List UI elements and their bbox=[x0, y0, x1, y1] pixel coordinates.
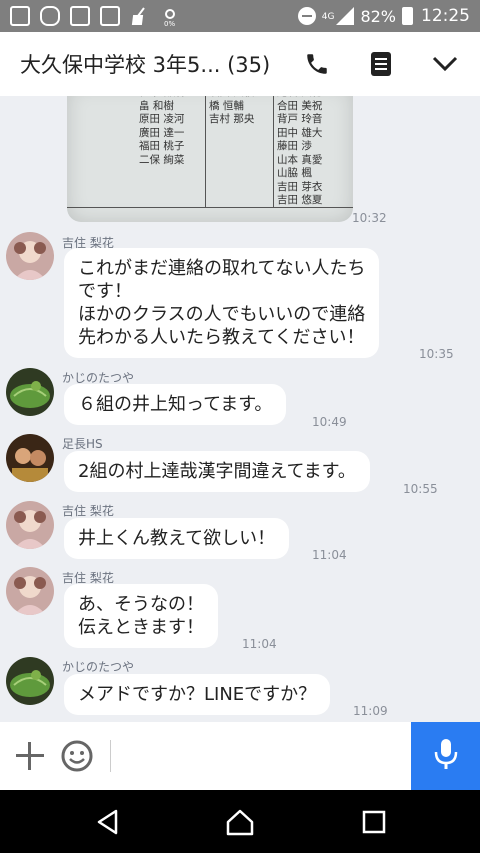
avatar[interactable] bbox=[6, 232, 54, 280]
avatar[interactable] bbox=[6, 501, 54, 549]
photo-divider bbox=[273, 96, 274, 208]
sender-name: 吉住 梨花 bbox=[62, 504, 114, 518]
smile-icon[interactable] bbox=[60, 739, 94, 773]
chat-title[interactable]: 大久保中学校 3年5... (35) bbox=[20, 49, 270, 79]
signal-icon bbox=[336, 7, 355, 25]
notification-icons: 0% bbox=[10, 6, 180, 28]
message-timestamp: 10:49 bbox=[312, 415, 347, 429]
message-timestamp: 10:55 bbox=[403, 482, 438, 496]
system-nav-bar bbox=[0, 790, 480, 853]
message-input-bar bbox=[0, 722, 480, 790]
message-bubble[interactable]: メアドですか？LINEですか？ bbox=[64, 674, 331, 715]
photo-rule bbox=[67, 207, 353, 208]
message-timestamp: 11:04 bbox=[242, 637, 277, 651]
home-icon[interactable] bbox=[226, 808, 254, 836]
svg-text:0%: 0% bbox=[164, 20, 175, 26]
contact-card-icon bbox=[10, 6, 30, 26]
message-bubble[interactable]: あ、そうなの！ 伝えときます！ bbox=[64, 584, 218, 648]
plus-icon[interactable] bbox=[14, 740, 46, 772]
avatar[interactable] bbox=[6, 434, 54, 482]
message-bubble[interactable]: 2組の村上達哉漢字間違えてます。 bbox=[64, 451, 370, 492]
photo-column-3: 尾石 美穂 合田 美祝 背戸 玲音 田中 雄大 藤田 渉 山本 真愛 山脇 楓 … bbox=[277, 96, 323, 206]
alert-icon bbox=[70, 6, 90, 26]
message-bubble[interactable]: ６組の井上知ってます。 bbox=[64, 384, 287, 425]
photo-column-1: 桂木 部磨 畠 和樹 原田 凌河 廣田 達一 福田 桃子 二保 絢菜 bbox=[139, 96, 185, 166]
shared-photo[interactable]: 桂木 部磨 畠 和樹 原田 凌河 廣田 達一 福田 桃子 二保 絢菜 濱田 美桜… bbox=[67, 96, 353, 222]
input-divider bbox=[110, 740, 111, 772]
sender-name: かじのたつや bbox=[62, 660, 135, 674]
status-bar: 0% 4G 82% 12:25 bbox=[0, 0, 480, 32]
brightness-icon: 0% bbox=[160, 6, 180, 28]
mic-button[interactable] bbox=[411, 722, 480, 790]
avatar[interactable] bbox=[6, 567, 54, 615]
message-timestamp: 11:09 bbox=[353, 704, 388, 718]
recents-icon[interactable] bbox=[360, 808, 388, 836]
clock: 12:25 bbox=[421, 6, 470, 26]
battery-icon bbox=[402, 7, 413, 25]
sender-name: 足長HS bbox=[62, 437, 103, 451]
phone-icon[interactable] bbox=[302, 49, 332, 79]
menu-icon[interactable] bbox=[366, 49, 396, 79]
photo-divider bbox=[205, 96, 206, 208]
do-not-disturb-icon bbox=[297, 7, 316, 25]
cloud-icon bbox=[40, 6, 60, 26]
message-timestamp: 11:04 bbox=[312, 548, 347, 562]
back-icon[interactable] bbox=[94, 808, 122, 836]
avatar[interactable] bbox=[6, 657, 54, 705]
mic-icon bbox=[433, 737, 459, 775]
photo-timestamp: 10:32 bbox=[352, 211, 387, 225]
network-label: 4G bbox=[321, 12, 335, 22]
broom-icon bbox=[130, 6, 150, 26]
chat-area[interactable]: 桂木 部磨 畠 和樹 原田 凌河 廣田 達一 福田 桃子 二保 絢菜 濱田 美桜… bbox=[0, 96, 480, 722]
chat-header: 大久保中学校 3年5... (35) bbox=[0, 32, 480, 96]
photo-column-2: 濱田 美桜 橋 恒輔 吉村 那央 bbox=[209, 96, 255, 125]
sync-icon bbox=[100, 6, 120, 26]
message-bubble[interactable]: 井上くん教えて欲しい！ bbox=[64, 518, 290, 559]
chevron-down-icon[interactable] bbox=[430, 49, 460, 79]
avatar[interactable] bbox=[6, 368, 54, 416]
battery-percent: 82% bbox=[360, 6, 396, 26]
message-bubble[interactable]: これがまだ連絡の取れてない人たち です！ ほかのクラスの人でもいいので連絡 先わ… bbox=[64, 248, 380, 358]
message-timestamp: 10:35 bbox=[419, 347, 454, 361]
